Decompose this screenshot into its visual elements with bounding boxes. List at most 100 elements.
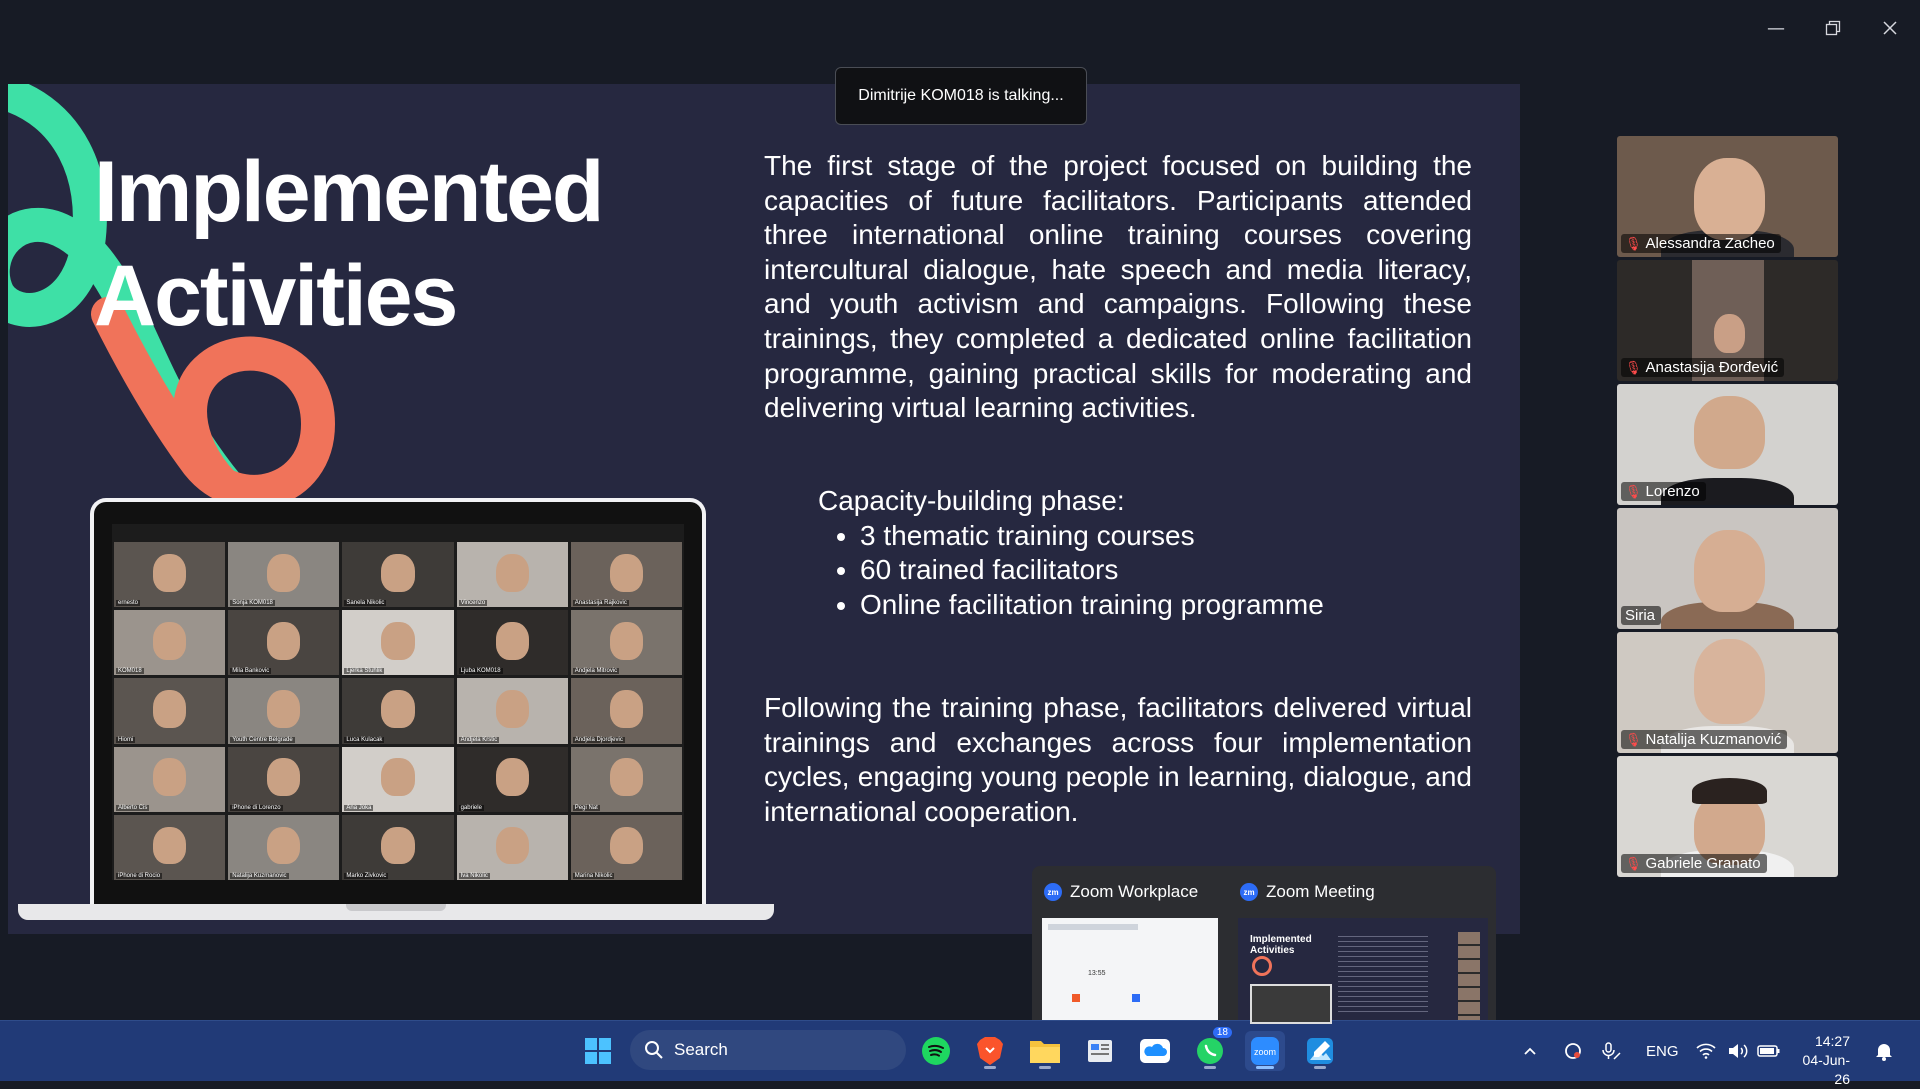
clock[interactable]: 14:27 04-Jun-26 xyxy=(1790,1032,1850,1089)
participant-cap xyxy=(1692,777,1768,805)
thumbnail-name: Anastasija Rajkovic xyxy=(572,600,629,607)
participant-face xyxy=(1714,314,1746,354)
gallery-thumbnail: Luca Kulacak xyxy=(342,678,454,744)
thumbnail-face xyxy=(609,758,644,797)
brave-button[interactable] xyxy=(970,1031,1010,1071)
participant-tile[interactable]: 🎙 Gabriele Granato xyxy=(1617,756,1838,877)
app-button[interactable] xyxy=(1080,1031,1120,1071)
participant-tile[interactable]: 🎙 Natalija Kuzmanović xyxy=(1617,632,1838,753)
close-button[interactable] xyxy=(1862,10,1918,46)
phase-item: 60 trained facilitators xyxy=(860,553,1324,588)
show-hidden-icons-button[interactable] xyxy=(1522,1021,1538,1081)
preview-thumbnail-meeting[interactable]: Implemented Activities xyxy=(1238,918,1488,1024)
slide-title: Implemented Activities xyxy=(94,140,604,348)
gallery-thumbnail: ernesto xyxy=(114,542,226,608)
sync-tray-button[interactable] xyxy=(1563,1021,1583,1081)
laptop-notch xyxy=(346,904,446,911)
volume-tray-button[interactable] xyxy=(1727,1021,1749,1081)
gallery-thumbnail: Iva Nikolic xyxy=(456,814,568,880)
mic-tray-button[interactable] xyxy=(1600,1021,1622,1081)
thumbnail-face xyxy=(267,826,301,865)
clock-date: 04-Jun-26 xyxy=(1802,1052,1850,1087)
participant-tile[interactable]: 🎙 Anastasija Đorđević xyxy=(1617,260,1838,381)
thumbnail-name: iPhone di Rocio xyxy=(116,872,163,879)
slide-title-line1: Implemented xyxy=(94,144,604,240)
taskbar-search[interactable]: Search xyxy=(630,1030,906,1070)
phase-list: 3 thematic training courses 60 trained f… xyxy=(818,519,1324,623)
minimize-button[interactable]: — xyxy=(1748,10,1804,46)
gallery-thumbnail: Vincenzo xyxy=(456,542,568,608)
paragraph-capacities: The first stage of the project focused o… xyxy=(764,150,1472,424)
gallery-thumbnail: Sonja KOM018 xyxy=(228,542,340,608)
participant-tile[interactable]: 🎙 Lorenzo xyxy=(1617,384,1838,505)
gallery-thumbnail: Andjela Krstic xyxy=(456,678,568,744)
thumbnail-face xyxy=(381,621,415,660)
thumbnail-face xyxy=(152,553,187,592)
thumbnail-name: Ljuba KOM018 xyxy=(458,668,503,675)
participant-tile[interactable]: Siria xyxy=(1617,508,1838,629)
participant-name: Gabriele Granato xyxy=(1645,855,1761,872)
thumbnail-name: Marko Zivkovic xyxy=(344,872,389,879)
thumbnail-name: gabriele xyxy=(458,804,484,811)
onedrive-button[interactable] xyxy=(1135,1031,1175,1071)
search-label: Search xyxy=(674,1040,728,1059)
photo-app-button[interactable] xyxy=(1300,1031,1340,1071)
participant-label: 🎙 Gabriele Granato xyxy=(1621,854,1767,873)
thumbnail-name: Ana Joka xyxy=(344,804,374,811)
participant-tile[interactable]: 🎙 Alessandra Zacheo xyxy=(1617,136,1838,257)
gallery-thumbnail: Ljerka Stuhlik xyxy=(342,610,454,676)
wifi-tray-button[interactable] xyxy=(1696,1021,1716,1081)
app-icon xyxy=(1088,1040,1112,1062)
language-indicator[interactable]: ENG xyxy=(1646,1021,1679,1081)
participant-label: 🎙 Anastasija Đorđević xyxy=(1621,358,1785,377)
search-icon xyxy=(645,1041,663,1059)
participant-face xyxy=(1694,157,1766,241)
thumbnail-name: ernesto xyxy=(116,600,141,607)
preview-thumbnail-workplace[interactable]: 13:55 xyxy=(1042,918,1218,1020)
chevron-up-icon xyxy=(1524,1047,1536,1055)
svg-text:zoom: zoom xyxy=(1254,1047,1276,1057)
thumbnail-name: Andjela Djordjevic xyxy=(572,736,625,743)
participant-label: 🎙 Lorenzo xyxy=(1621,482,1706,501)
zoom-button[interactable]: zoom xyxy=(1245,1031,1285,1071)
gallery-thumbnail: Natalija Kuzmanovic xyxy=(228,814,340,880)
gallery-thumbnail: gabriele xyxy=(456,746,568,812)
capacity-phase-block: Capacity-building phase: 3 thematic trai… xyxy=(818,484,1324,622)
battery-tray-button[interactable] xyxy=(1757,1021,1781,1081)
mic-muted-icon: 🎙 xyxy=(1625,855,1642,871)
thumbnail-name: Luca Kulacak xyxy=(344,736,385,743)
thumbnail-face xyxy=(495,690,529,728)
thumbnail-name: Pegi Nat xyxy=(572,804,600,811)
thumbnail-name: Mila Bankovic xyxy=(230,668,272,675)
gallery-thumbnail: Ljuba KOM018 xyxy=(456,610,568,676)
running-indicator xyxy=(1039,1066,1051,1069)
preview-zoom-meeting-title[interactable]: zm Zoom Meeting xyxy=(1240,882,1375,902)
wifi-icon xyxy=(1696,1043,1716,1059)
spotify-button[interactable] xyxy=(916,1031,956,1071)
start-button[interactable] xyxy=(578,1031,618,1071)
preview-app-name: Zoom Meeting xyxy=(1266,882,1375,901)
thumbnail-face xyxy=(267,690,301,728)
gallery-thumbnail: Marko Zivkovic xyxy=(342,814,454,880)
mic-icon xyxy=(1602,1042,1621,1060)
zoom-logo-icon: zm xyxy=(1044,883,1062,901)
thumbnail-name: Hiomi xyxy=(116,736,136,743)
preview-app-name: Zoom Workplace xyxy=(1070,882,1199,901)
thumbnail-face xyxy=(381,826,415,865)
gallery-thumbnail: Andjela Djordjevic xyxy=(570,678,682,744)
thumbnail-face xyxy=(152,826,187,865)
thumbnail-name: Marina Nikolic xyxy=(572,872,615,879)
clock-time: 14:27 xyxy=(1814,1033,1850,1049)
thumbnail-face xyxy=(152,758,187,797)
notification-center-button[interactable] xyxy=(1874,1021,1894,1081)
thumbnail-face xyxy=(495,621,529,660)
file-explorer-button[interactable] xyxy=(1025,1031,1065,1071)
gallery-thumbnail: iPhone di Rocio xyxy=(114,814,226,880)
restore-button[interactable] xyxy=(1805,10,1861,46)
preview-zoom-workplace-title[interactable]: zm Zoom Workplace xyxy=(1044,882,1198,902)
whatsapp-button[interactable]: 18 xyxy=(1190,1027,1232,1071)
thumbnail-face xyxy=(267,758,301,797)
thumbnail-face xyxy=(152,621,187,660)
taskbar: Search 18 zoom ENG 14:27 04-Jun-26 xyxy=(0,1020,1920,1087)
thumbnail-face xyxy=(381,690,415,728)
